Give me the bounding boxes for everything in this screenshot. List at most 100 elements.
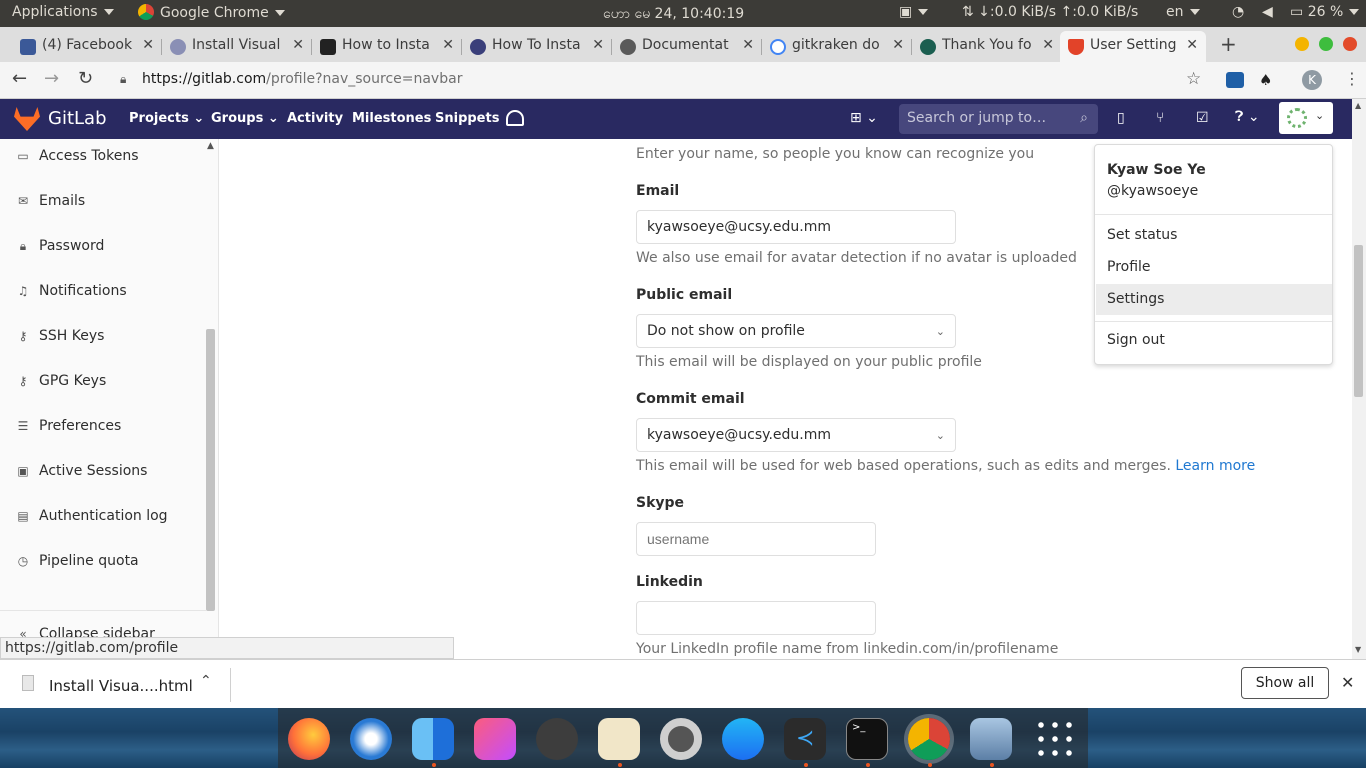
- finder-icon[interactable]: [412, 718, 454, 760]
- app-store-icon[interactable]: [722, 718, 764, 760]
- firefox-icon[interactable]: [288, 718, 330, 760]
- forward-button[interactable]: →: [44, 68, 59, 89]
- url-field[interactable]: https://gitlab.com/profile?nav_source=na…: [142, 71, 462, 87]
- download-item[interactable]: Install Visua....html: [49, 677, 193, 695]
- scroll-up-icon[interactable]: ▲: [1355, 101, 1361, 110]
- email-field[interactable]: kyawsoeye@ucsy.edu.mm: [636, 210, 956, 244]
- sidebar-item-password[interactable]: 🔒︎ Password: [16, 238, 105, 254]
- nav-activity[interactable]: Activity: [287, 111, 343, 126]
- language-indicator[interactable]: en: [1166, 4, 1200, 20]
- scroll-up-icon[interactable]: ▲: [207, 141, 214, 151]
- sidebar-item-preferences[interactable]: ☰ Preferences: [16, 418, 122, 434]
- commit-email-select[interactable]: kyawsoeye@ucsy.edu.mm ⌄: [636, 418, 956, 452]
- sidebar-item-ssh-keys[interactable]: ⚷ SSH Keys: [16, 328, 105, 344]
- close-tab-icon[interactable]: ✕: [1186, 37, 1198, 53]
- close-window-button[interactable]: [1343, 37, 1357, 51]
- sidebar-item-access-tokens[interactable]: ▭ Access Tokens: [16, 148, 138, 164]
- close-tab-icon[interactable]: ✕: [592, 37, 604, 53]
- linkedin-input[interactable]: [636, 601, 876, 635]
- public-email-select[interactable]: Do not show on profile ⌄: [636, 314, 956, 348]
- menu-sign-out[interactable]: Sign out: [1107, 332, 1165, 348]
- text-editor-icon[interactable]: [598, 718, 640, 760]
- close-tab-icon[interactable]: ✕: [1042, 37, 1054, 53]
- android-icon[interactable]: ▣: [899, 4, 929, 20]
- maximize-button[interactable]: [1319, 37, 1333, 51]
- nav-snippets[interactable]: Snippets: [435, 111, 499, 126]
- todos-icon[interactable]: ☑: [1196, 110, 1209, 126]
- vscode-icon[interactable]: ≺: [784, 718, 826, 760]
- nav-projects[interactable]: Projects ⌄: [129, 111, 204, 126]
- merge-requests-icon[interactable]: ⑂: [1156, 110, 1164, 126]
- tab-how-to-install-2[interactable]: How To Insta ✕: [462, 31, 612, 62]
- gitlab-logo-icon[interactable]: [14, 107, 40, 131]
- minimize-button[interactable]: [1295, 37, 1309, 51]
- wifi-icon[interactable]: ◔: [1232, 4, 1244, 20]
- close-tab-icon[interactable]: ✕: [142, 37, 154, 53]
- amazon-icon[interactable]: [536, 718, 578, 760]
- reload-button[interactable]: ↻: [78, 68, 93, 89]
- sidebar-item-notifications[interactable]: ♫ Notifications: [16, 283, 127, 299]
- help-lifebuoy-icon[interactable]: [660, 718, 702, 760]
- sidebar-item-pipeline-quota[interactable]: ◷ Pipeline quota: [16, 553, 139, 569]
- bookmark-star-icon[interactable]: ☆: [1186, 69, 1201, 89]
- tab-thank-you[interactable]: Thank You fo ✕: [912, 31, 1062, 62]
- page-scrollbar[interactable]: ▲ ▼: [1352, 99, 1366, 659]
- search-icon: ⌕: [1080, 110, 1088, 126]
- skype-input[interactable]: [636, 522, 876, 556]
- music-icon[interactable]: [474, 718, 516, 760]
- issues-icon[interactable]: ▯: [1117, 110, 1125, 126]
- tab-install-visual[interactable]: Install Visual ✕: [162, 31, 312, 62]
- tab-documentation[interactable]: Documentat ✕: [612, 31, 762, 62]
- extension-gnome-icon[interactable]: ♠: [1259, 71, 1272, 89]
- app-grid-icon[interactable]: [1034, 718, 1076, 760]
- applications-menu[interactable]: Applications: [12, 4, 114, 20]
- tab-facebook[interactable]: (4) Facebook ✕: [12, 31, 162, 62]
- sidebar-scrollbar[interactable]: [206, 329, 215, 611]
- chrome-icon[interactable]: [908, 718, 950, 760]
- menu-settings[interactable]: Settings: [1107, 291, 1164, 307]
- back-button[interactable]: ←: [12, 68, 27, 89]
- new-item-icon[interactable]: ⊞ ⌄: [850, 110, 878, 126]
- active-app-menu[interactable]: Google Chrome: [138, 4, 285, 21]
- user-menu-button[interactable]: ⌄: [1279, 102, 1333, 134]
- close-icon[interactable]: ✕: [1341, 673, 1354, 692]
- extension-icon[interactable]: [1226, 72, 1244, 88]
- close-tab-icon[interactable]: ✕: [892, 37, 904, 53]
- learn-more-link[interactable]: Learn more: [1175, 458, 1255, 474]
- public-email-help: This email will be displayed on your pub…: [636, 354, 982, 370]
- sidebar-item-active-sessions[interactable]: ▣ Active Sessions: [16, 463, 147, 479]
- network-speed[interactable]: ⇅ ↓:0.0 KiB/s ↑:0.0 KiB/s: [962, 4, 1138, 20]
- brand[interactable]: GitLab: [48, 108, 107, 129]
- nav-groups[interactable]: Groups ⌄: [211, 111, 279, 126]
- nav-milestones[interactable]: Milestones: [352, 111, 431, 126]
- sidebar-item-emails[interactable]: ✉ Emails: [16, 193, 85, 209]
- tab-user-settings[interactable]: User Setting ✕: [1060, 31, 1206, 62]
- close-tab-icon[interactable]: ✕: [292, 37, 304, 53]
- show-all-button[interactable]: Show all: [1241, 667, 1329, 699]
- help-icon[interactable]: ❓︎ ⌄: [1235, 109, 1260, 125]
- close-tab-icon[interactable]: ✕: [742, 37, 754, 53]
- menu-profile[interactable]: Profile: [1107, 259, 1151, 275]
- volume-icon[interactable]: ◀: [1262, 4, 1273, 20]
- tab-gitkraken[interactable]: gitkraken do ✕: [762, 31, 912, 62]
- clock[interactable]: ဟော မေ 24, 10:40:19: [603, 4, 744, 25]
- dock: ≺ >_: [0, 708, 1366, 768]
- battery-indicator[interactable]: ▭ 26 %: [1290, 4, 1360, 20]
- terminal-icon[interactable]: >_: [846, 718, 888, 760]
- search-input[interactable]: Search or jump to… ⌕: [899, 104, 1098, 134]
- profile-avatar[interactable]: K: [1302, 70, 1322, 90]
- tab-how-to-install-1[interactable]: How to Insta ✕: [312, 31, 462, 62]
- sidebar-item-authentication-log[interactable]: ▤ Authentication log: [16, 508, 167, 524]
- chevron-up-icon[interactable]: ⌃: [200, 673, 212, 689]
- menu-icon[interactable]: ⋮: [1344, 69, 1360, 88]
- sidebar-item-gpg-keys[interactable]: ⚷ GPG Keys: [16, 373, 107, 389]
- close-tab-icon[interactable]: ✕: [442, 37, 454, 53]
- new-tab-button[interactable]: +: [1220, 32, 1237, 56]
- menu-set-status[interactable]: Set status: [1107, 227, 1177, 243]
- thunderbird-icon[interactable]: [350, 718, 392, 760]
- scroll-thumb[interactable]: [1354, 245, 1363, 397]
- performance-bar-icon[interactable]: [506, 110, 524, 126]
- status-url-bubble: https://gitlab.com/profile: [0, 637, 454, 659]
- image-viewer-icon[interactable]: [970, 718, 1012, 760]
- scroll-down-icon[interactable]: ▼: [1355, 645, 1361, 654]
